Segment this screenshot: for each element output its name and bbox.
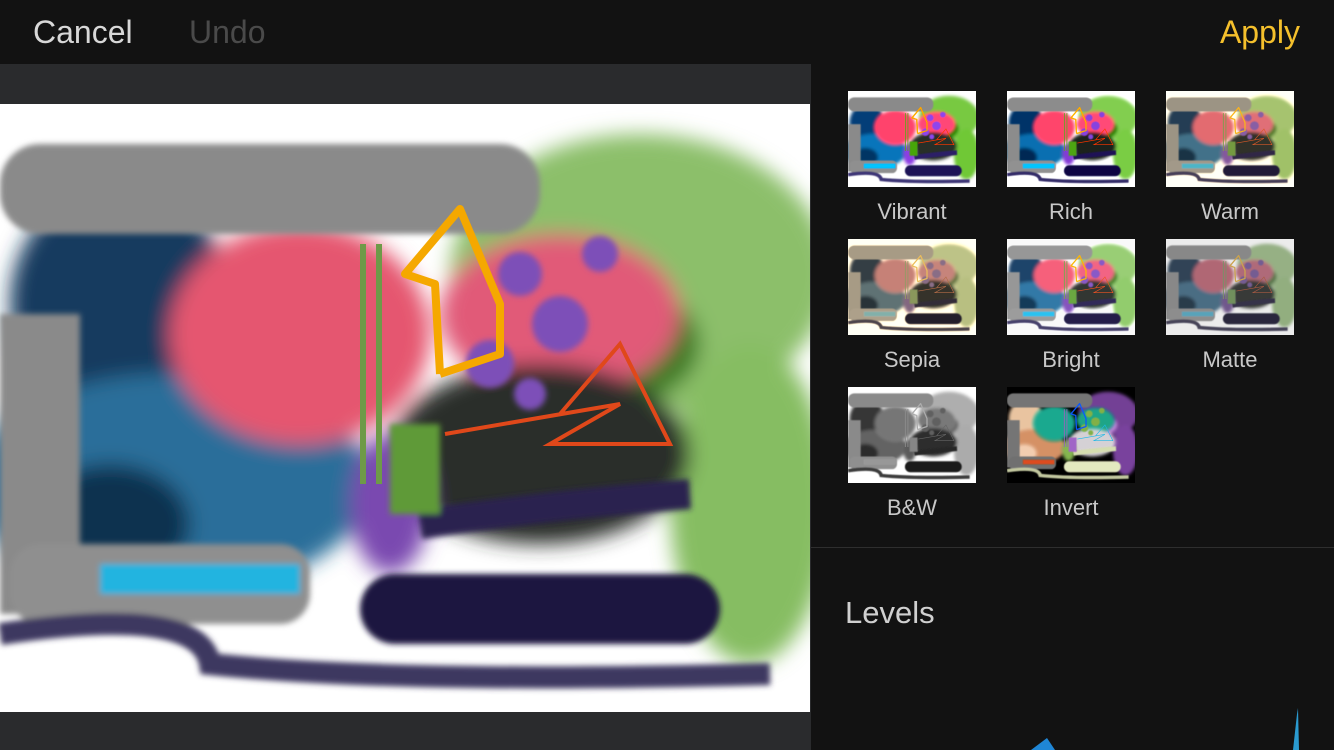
filter-label: B&W bbox=[886, 495, 938, 520]
filter-bw[interactable]: B&W bbox=[848, 387, 976, 521]
filter-rich[interactable]: Rich bbox=[1007, 91, 1135, 225]
filter-thumbnail[interactable] bbox=[1007, 387, 1135, 483]
filter-label: Invert bbox=[1043, 495, 1099, 520]
apply-button[interactable]: Apply bbox=[1220, 14, 1300, 51]
filter-thumbnail[interactable] bbox=[848, 239, 976, 335]
filter-thumbnail[interactable] bbox=[1007, 91, 1135, 187]
divider bbox=[811, 547, 1334, 548]
top-toolbar: Cancel Undo Apply bbox=[0, 0, 1334, 64]
canvas-area bbox=[0, 64, 811, 750]
artwork-preview bbox=[0, 104, 810, 712]
levels-histogram bbox=[1031, 708, 1299, 750]
undo-button[interactable]: Undo bbox=[189, 14, 266, 51]
levels-title: Levels bbox=[845, 595, 935, 630]
filter-label: Warm bbox=[1201, 199, 1259, 224]
filter-thumbnail[interactable] bbox=[848, 387, 976, 483]
filter-label: Sepia bbox=[883, 347, 941, 372]
filter-warm[interactable]: Warm bbox=[1166, 91, 1294, 225]
cancel-button[interactable]: Cancel bbox=[33, 14, 133, 51]
filter-sepia[interactable]: Sepia bbox=[848, 239, 976, 373]
filter-label: Vibrant bbox=[877, 199, 947, 224]
filter-label: Bright bbox=[1042, 347, 1100, 372]
filter-thumbnail[interactable] bbox=[848, 91, 976, 187]
histogram-peak bbox=[1293, 708, 1299, 750]
filter-thumbnail[interactable] bbox=[1166, 239, 1294, 335]
filter-invert[interactable]: Invert bbox=[1007, 387, 1135, 521]
filter-label: Rich bbox=[1048, 199, 1093, 224]
filter-thumbnail[interactable] bbox=[1007, 239, 1135, 335]
filter-matte[interactable]: Matte bbox=[1166, 239, 1294, 373]
filter-sidebar: Vibrant Rich Warm Sepia Bright Matte B&W Invert… bbox=[811, 64, 1334, 750]
histogram-peak bbox=[1031, 738, 1055, 750]
filter-label: Matte bbox=[1202, 347, 1258, 372]
filter-vibrant[interactable]: Vibrant bbox=[848, 91, 976, 225]
filter-bright[interactable]: Bright bbox=[1007, 239, 1135, 373]
filter-thumbnail[interactable] bbox=[1166, 91, 1294, 187]
